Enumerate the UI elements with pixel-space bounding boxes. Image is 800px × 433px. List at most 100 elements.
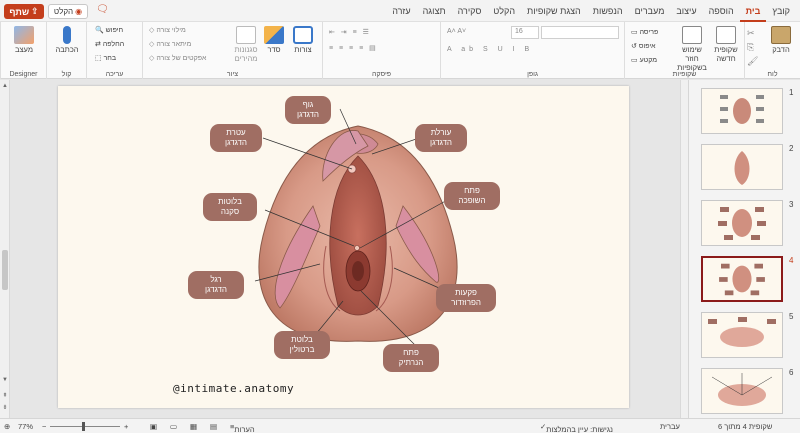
dictate-button[interactable]: הכתבה xyxy=(53,26,81,54)
fit-slide-icon[interactable]: ⊕ xyxy=(4,422,10,431)
current-slide[interactable]: גוף הדגדגן עטרת הדגדגן עורלת הדגדגן בלוט… xyxy=(58,86,629,408)
label-text: גוף הדגדגן xyxy=(297,100,319,119)
thumbnail-image xyxy=(720,95,764,124)
tab-review[interactable]: סקירה xyxy=(452,0,488,22)
zoom-in-icon[interactable]: + xyxy=(124,422,128,431)
section-label: מקטע xyxy=(639,57,658,64)
label-bartholin-gland[interactable]: בלוטת ברטולין xyxy=(274,331,330,359)
record-button[interactable]: הקלט ◉ xyxy=(48,4,88,19)
tab-home[interactable]: בית xyxy=(739,0,767,22)
shape-effects-button[interactable]: ◇ אפקטים של צורה xyxy=(149,54,206,62)
new-slide-button[interactable]: שקופית חדשה xyxy=(711,26,741,63)
comments-icon[interactable]: 🗨 xyxy=(96,4,110,16)
thumbnail-number: 2 xyxy=(789,144,794,153)
layout-button[interactable]: ▭ פריסה xyxy=(631,28,658,36)
zoom-slider-thumb[interactable] xyxy=(82,422,85,431)
thumbnail-slide[interactable] xyxy=(701,368,783,414)
label-clitoral-leg[interactable]: רגל הדגדגן xyxy=(188,271,244,299)
tab-design[interactable]: עיצוב xyxy=(670,0,702,22)
vertical-scrollbar[interactable]: ▲ ▼ ⇞ ⇟ xyxy=(0,80,10,418)
paragraph-group-label: פיסקה xyxy=(371,71,392,78)
alignment-icon[interactable]: ≡ ≡ ≡ ≡ ▤ xyxy=(329,44,378,52)
thumbnail-slide[interactable] xyxy=(701,144,783,190)
copy-icon[interactable]: ⎘ xyxy=(747,42,754,53)
thumbnail-number: 4 xyxy=(789,256,794,265)
slide-sorter-icon[interactable]: ▦ xyxy=(190,422,197,431)
tab-insert[interactable]: הוספה xyxy=(703,0,740,22)
font-group-label: גופן xyxy=(527,71,538,78)
label-urethral-opening[interactable]: פתח השופכה xyxy=(444,182,500,210)
label-vestibular-bulbs[interactable]: פקעות הפרוזדור xyxy=(436,284,496,312)
thumbnail-slide-selected[interactable] xyxy=(701,256,783,302)
label-clitoral-glans[interactable]: עטרת הדגדגן xyxy=(210,124,262,152)
label-vaginal-opening[interactable]: פתח הנרתיק xyxy=(383,344,439,372)
notes-label: הערות xyxy=(234,425,255,433)
designer-button[interactable]: מעצב xyxy=(9,26,39,54)
tab-animations[interactable]: הנפשות xyxy=(587,0,629,22)
tab-file[interactable]: קובץ xyxy=(766,0,796,22)
quick-styles-button[interactable]: סגנונות מהירים xyxy=(231,26,261,63)
prev-slide-icon[interactable]: ⇞ xyxy=(1,392,9,400)
ribbon: מעצב Designer הכתבה קול 🔍 חיפוש ⇄ החלפה … xyxy=(0,22,800,79)
designer-group-label: Designer xyxy=(9,71,38,78)
reading-view-icon[interactable]: ▭ xyxy=(170,422,177,431)
shape-fill-button[interactable]: ◇ מילוי צורה xyxy=(149,26,186,34)
select-button[interactable]: ⬚ בחר xyxy=(95,54,116,62)
font-grow-icon[interactable]: A˄ A˅ xyxy=(447,28,466,35)
thumbnail-slide[interactable] xyxy=(701,200,783,246)
paragraph-group: ⇤ ⇥ ≡ ☰ ≡ ≡ ≡ ≡ ▤ פיסקה xyxy=(322,22,440,79)
shape-outline-button[interactable]: ◇ מיתאר צורה xyxy=(149,40,191,48)
accessibility-label: נגישות: עיין בהמלצות xyxy=(546,425,613,433)
accessibility-status[interactable]: ✓ נגישות: עיין בהמלצות xyxy=(540,422,613,433)
thumbnail-image xyxy=(708,317,776,347)
paragraph-direction-icon[interactable]: ⇤ ⇥ ≡ ☰ xyxy=(329,28,371,36)
tab-record[interactable]: הקלט xyxy=(487,0,521,22)
label-skene-glands[interactable]: בלוטות סקנה xyxy=(203,193,257,221)
label-clitoral-hood[interactable]: עורלת הדגדגן xyxy=(415,124,467,152)
next-slide-icon[interactable]: ⇟ xyxy=(1,404,9,412)
shapes-button[interactable]: צורות xyxy=(289,26,317,54)
thumbnail-number: 3 xyxy=(789,200,794,209)
scroll-down-icon[interactable]: ▼ xyxy=(1,376,9,384)
arrange-button[interactable]: סדר xyxy=(261,26,287,54)
format-painter-icon[interactable]: 🖌 xyxy=(747,56,758,67)
label-clitoral-body[interactable]: גוף הדגדגן xyxy=(285,96,331,124)
find-button[interactable]: 🔍 חיפוש xyxy=(95,26,123,34)
thumbnail-image xyxy=(719,263,765,296)
reuse-slides-label: שימוש חוזר בשקופיות xyxy=(677,45,707,72)
font-name-box[interactable] xyxy=(541,26,619,39)
scroll-up-icon[interactable]: ▲ xyxy=(1,82,9,90)
drawing-group: ◇ מילוי צורה ◇ מיתאר צורה ◇ אפקטים של צו… xyxy=(142,22,322,79)
scrollbar-thumb[interactable] xyxy=(2,250,8,290)
normal-view-icon[interactable]: ▤ xyxy=(210,422,217,431)
designer-group: מעצב Designer xyxy=(0,22,46,79)
thumbnail-image xyxy=(711,373,773,406)
thumbnail-slide[interactable] xyxy=(701,312,783,358)
slideshow-view-icon[interactable]: ▣ xyxy=(150,422,157,431)
replace-button[interactable]: ⇄ החלפה xyxy=(95,40,124,48)
notes-button[interactable]: ≡ הערות xyxy=(230,422,255,433)
tab-slideshow[interactable]: הצגת שקופיות xyxy=(521,0,587,22)
reuse-slides-button[interactable]: שימוש חוזר בשקופיות xyxy=(677,26,707,72)
clipboard-group-label: לוח xyxy=(767,71,778,78)
paste-button[interactable]: הדבק xyxy=(765,26,797,54)
record-label: הקלט xyxy=(53,7,74,16)
tab-help[interactable]: עזרה xyxy=(386,0,416,22)
thumbnail-slide[interactable] xyxy=(701,88,783,134)
cut-icon[interactable]: ✂ xyxy=(747,28,755,39)
language-status[interactable]: עברית xyxy=(660,422,680,431)
section-button[interactable]: ▭ מקטע xyxy=(631,56,657,64)
watermark: @intimate.anatomy xyxy=(173,382,295,395)
zoom-slider[interactable] xyxy=(50,426,120,427)
reset-button[interactable]: ↺ איפוס xyxy=(631,42,656,50)
zoom-level[interactable]: 77% xyxy=(18,422,33,431)
share-button[interactable]: שתף ⇪ xyxy=(4,4,44,19)
tab-view[interactable]: תצוגה xyxy=(417,0,452,22)
font-size-box[interactable]: 16 xyxy=(511,26,539,39)
tab-transitions[interactable]: מעברים xyxy=(629,0,671,22)
zoom-out-icon[interactable]: − xyxy=(42,422,46,431)
tab-bar: שתף ⇪ הקלט ◉ 🗨 קובץ בית הוספה עיצוב מעבר… xyxy=(0,0,800,22)
label-text: בלוטות סקנה xyxy=(218,197,242,216)
slide-panel-divider[interactable] xyxy=(680,80,688,418)
font-format-icons[interactable]: A ab S U I B xyxy=(447,46,533,53)
